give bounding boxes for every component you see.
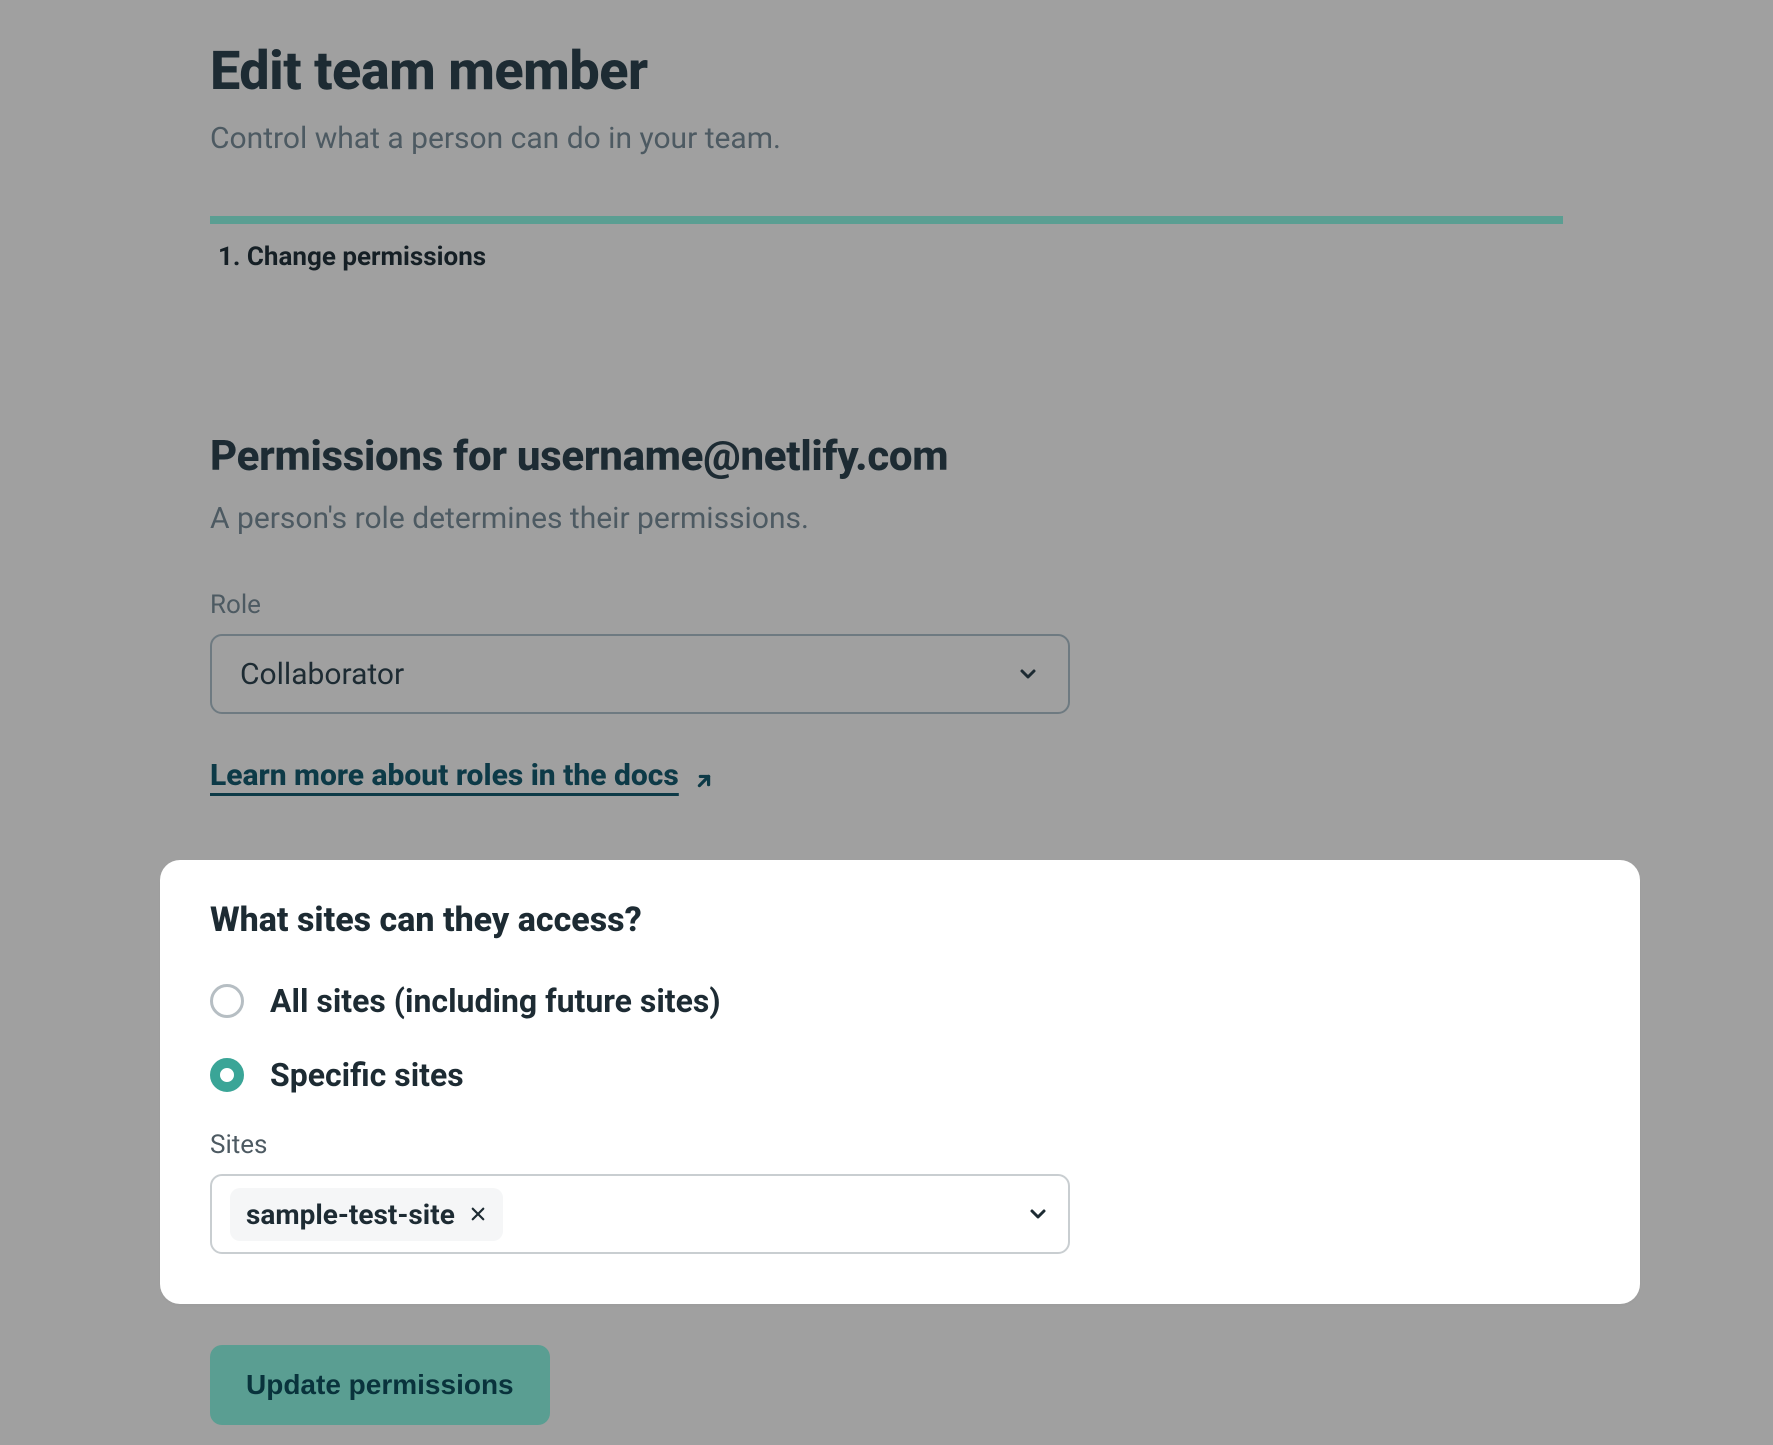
sites-multiselect[interactable]: sample-test-site xyxy=(210,1174,1070,1254)
radio-specific-sites[interactable]: Specific sites xyxy=(210,1056,1590,1094)
sites-field-label: Sites xyxy=(210,1130,1590,1160)
external-link-icon xyxy=(693,765,715,787)
radio-all-sites[interactable]: All sites (including future sites) xyxy=(210,982,1590,1020)
role-select-wrap: Collaborator xyxy=(210,634,1070,714)
chevron-down-icon xyxy=(1026,1202,1050,1226)
permissions-section-subtitle: A person's role determines their permiss… xyxy=(210,501,1563,536)
site-chip: sample-test-site xyxy=(230,1188,503,1241)
permissions-section-title: Permissions for username@netlify.com xyxy=(210,432,1563,481)
update-permissions-button[interactable]: Update permissions xyxy=(210,1345,550,1425)
chevron-down-icon xyxy=(1016,662,1040,686)
radio-icon xyxy=(210,1058,244,1092)
role-field-label: Role xyxy=(210,590,1563,620)
radio-specific-sites-label: Specific sites xyxy=(270,1056,464,1094)
sites-access-radio-group: All sites (including future sites) Speci… xyxy=(210,982,1590,1094)
update-permissions-label: Update permissions xyxy=(246,1369,514,1400)
radio-icon xyxy=(210,984,244,1018)
step-label: 1. Change permissions xyxy=(210,242,1563,272)
sites-access-card: What sites can they access? All sites (i… xyxy=(160,860,1640,1304)
sites-access-title: What sites can they access? xyxy=(210,900,1590,940)
role-select[interactable]: Collaborator xyxy=(210,634,1070,714)
site-chip-label: sample-test-site xyxy=(246,1198,455,1231)
radio-all-sites-label: All sites (including future sites) xyxy=(270,982,721,1020)
role-select-value: Collaborator xyxy=(240,657,404,692)
learn-more-roles-link[interactable]: Learn more about roles in the docs xyxy=(210,758,715,793)
page-subtitle: Control what a person can do in your tea… xyxy=(210,121,1563,156)
close-icon[interactable] xyxy=(469,1205,487,1223)
progress-bar xyxy=(210,216,1563,224)
docs-link-text: Learn more about roles in the docs xyxy=(210,758,679,793)
edit-team-member-page: Edit team member Control what a person c… xyxy=(0,0,1773,913)
page-title: Edit team member xyxy=(210,40,1563,103)
